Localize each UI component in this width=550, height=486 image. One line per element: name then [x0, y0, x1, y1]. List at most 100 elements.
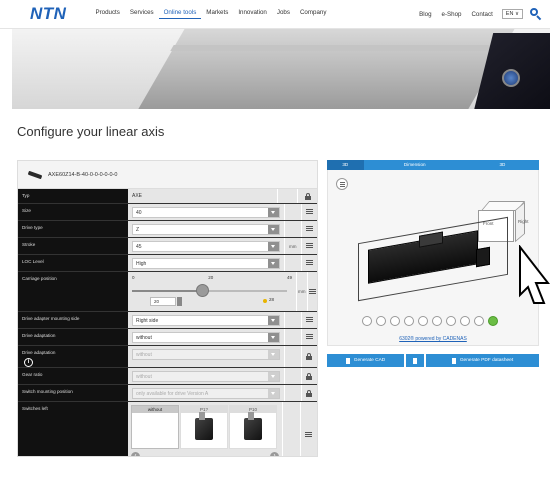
- slider-mid: 20: [208, 275, 214, 280]
- slider-min: 0: [132, 275, 135, 280]
- carriage-position-label: Carriage position: [18, 272, 128, 311]
- page-title: Configure your linear axis: [17, 124, 165, 139]
- measure-icon[interactable]: [390, 316, 400, 326]
- monitor-icon[interactable]: [362, 316, 372, 326]
- drive-adaptation-label: Drive adaptation: [18, 329, 128, 345]
- tab-3d[interactable]: 3D: [327, 160, 364, 170]
- chevron-down-icon: [268, 316, 279, 325]
- switch-option-p10[interactable]: P10: [229, 405, 277, 449]
- 3d-viewer[interactable]: Front Right 6302® powered by CADENAS: [327, 170, 539, 346]
- type-value: AXE: [132, 193, 143, 199]
- prev-arrow-icon[interactable]: ‹: [131, 452, 140, 456]
- nav-services[interactable]: Services: [125, 9, 159, 19]
- carriage-position-input[interactable]: 20: [150, 297, 176, 306]
- config-row-type: Typ AXE: [18, 189, 317, 204]
- switch-position-select: only available for drive Version A: [132, 388, 280, 399]
- chevron-down-icon: [268, 389, 279, 398]
- config-row-size: Size 40: [18, 204, 317, 221]
- rotate-icon[interactable]: [432, 316, 442, 326]
- nav-innovation[interactable]: Innovation: [233, 9, 272, 19]
- document-icon: [413, 357, 417, 364]
- language-selector[interactable]: EN ∨: [501, 9, 523, 19]
- drive-type-select[interactable]: Z: [132, 224, 280, 235]
- chevron-down-icon: [268, 208, 279, 217]
- tab-3d-alt[interactable]: 3D: [465, 160, 539, 170]
- gear-ratio-label: Gear ratio: [18, 368, 128, 384]
- slider-fill: [132, 290, 202, 292]
- config-row-switch-position: Switch mounting position only available …: [18, 385, 317, 402]
- nav-markets[interactable]: Markets: [201, 9, 233, 19]
- lock-icon: [304, 192, 311, 200]
- motor-model: [476, 246, 490, 268]
- list-icon[interactable]: [305, 431, 313, 438]
- next-arrow-icon[interactable]: ›: [270, 452, 279, 456]
- action-bar: Generate CAD Generate PDF datasheet: [327, 354, 539, 367]
- slider-handle[interactable]: [195, 284, 209, 297]
- chevron-down-icon: [268, 333, 279, 342]
- viewer-panel: 3D Dimension 3D Front Right 6302® powere…: [327, 160, 539, 457]
- drive-type-label: Drive type: [18, 221, 128, 237]
- info-icon[interactable]: i: [24, 358, 33, 367]
- list-icon[interactable]: [305, 334, 313, 340]
- cut-icon[interactable]: [404, 316, 414, 326]
- explode-icon[interactable]: [418, 316, 428, 326]
- config-row-loc-level: LOC Level High: [18, 255, 317, 272]
- fit-icon[interactable]: [446, 316, 456, 326]
- nav-online-tools[interactable]: Online tools: [158, 9, 202, 19]
- switch-option-without[interactable]: without: [131, 405, 179, 449]
- shading-icon[interactable]: [460, 316, 470, 326]
- list-icon[interactable]: [305, 243, 313, 249]
- axes-icon[interactable]: [376, 316, 386, 326]
- hero-rail-image: [136, 29, 518, 109]
- generate-pdf-button[interactable]: Generate PDF datasheet: [426, 354, 539, 367]
- nav-contact[interactable]: Contact: [466, 11, 497, 18]
- product-thumbnail: [27, 170, 43, 179]
- config-row-drive-type: Drive type Z: [18, 221, 317, 238]
- spinner-icon[interactable]: [177, 297, 182, 306]
- stroke-select[interactable]: 45: [132, 241, 280, 252]
- list-icon[interactable]: [305, 317, 313, 323]
- list-icon[interactable]: [305, 209, 313, 215]
- drive-adapter-side-select[interactable]: Right side: [132, 315, 280, 326]
- chevron-down-icon: [268, 372, 279, 381]
- size-label: Size: [18, 204, 128, 220]
- copy-button[interactable]: [406, 354, 424, 367]
- list-icon[interactable]: [305, 226, 313, 232]
- nav-jobs[interactable]: Jobs: [272, 9, 295, 19]
- cadenas-link[interactable]: 6302® powered by CADENAS: [328, 336, 538, 342]
- render-icon[interactable]: [474, 316, 484, 326]
- ntn-logo[interactable]: NTN: [30, 4, 66, 24]
- menu-icon[interactable]: [336, 178, 348, 190]
- generate-cad-button[interactable]: Generate CAD: [327, 354, 404, 367]
- nav-company[interactable]: Company: [295, 9, 331, 19]
- config-row-drive-adaptation-1: Drive adaptation without: [18, 329, 317, 346]
- cube-right-label: Right: [518, 219, 529, 224]
- drive-adapter-side-label: Drive adapter mounting side: [18, 312, 128, 328]
- loc-level-select[interactable]: High: [132, 258, 280, 269]
- nav-right: Blog e-Shop Contact EN ∨: [414, 8, 542, 21]
- config-row-carriage-position: Carriage position 0 20 49 20 28 mm: [18, 272, 317, 312]
- search-icon[interactable]: [530, 8, 542, 21]
- config-row-switches-left: Switches left without P1? P10 ‹ ›: [18, 402, 317, 456]
- tab-dimension[interactable]: Dimension: [363, 160, 466, 170]
- switch-options: without P1? P10: [131, 405, 279, 449]
- size-select[interactable]: 40: [132, 207, 280, 218]
- list-icon[interactable]: [305, 260, 313, 266]
- drive-adaptation-select[interactable]: without: [132, 332, 280, 343]
- stroke-label: Stroke: [18, 238, 128, 254]
- document-icon: [451, 357, 456, 364]
- chevron-down-icon: [268, 242, 279, 251]
- config-row-gear-ratio: Gear ratio without: [18, 368, 317, 385]
- lock-icon: [306, 372, 313, 380]
- config-row-stroke: Stroke 45 mm: [18, 238, 317, 255]
- color-icon[interactable]: [488, 316, 498, 326]
- mouse-cursor-icon: [519, 245, 550, 304]
- document-icon: [345, 357, 350, 364]
- configurator: AXE60Z14-B-40-0-0-0-0-0-0 Typ AXE Size 4…: [17, 152, 539, 457]
- nav-products[interactable]: Products: [90, 9, 124, 19]
- switch-option-p1[interactable]: P1?: [180, 405, 228, 449]
- nav-blog[interactable]: Blog: [414, 11, 436, 18]
- nav-eshop[interactable]: e-Shop: [437, 11, 467, 18]
- config-row-drive-adaptation-2: Drive adaptation i without: [18, 346, 317, 368]
- list-icon[interactable]: [308, 288, 316, 295]
